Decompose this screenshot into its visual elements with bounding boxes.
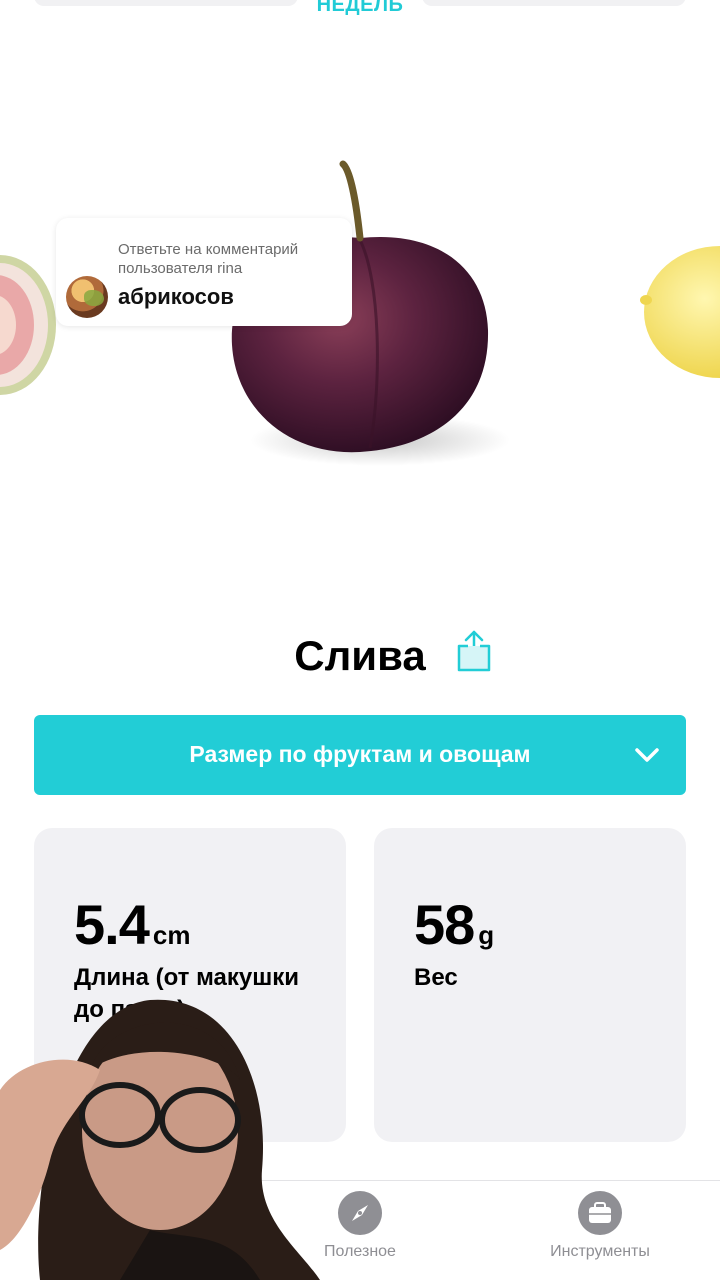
week-pill-right[interactable]: [422, 0, 686, 6]
nav-item-tools[interactable]: Инструменты: [520, 1191, 680, 1261]
weight-card: 58 g Вес: [374, 828, 686, 1142]
share-icon[interactable]: [456, 630, 492, 672]
comment-reply-hint: Ответьте на комментарий пользователя rin…: [118, 241, 299, 277]
fig-image[interactable]: [0, 250, 60, 400]
presenter-video-overlay: [0, 999, 320, 1280]
comment-reply-bubble[interactable]: Ответьте на комментарий пользователя rin…: [56, 218, 352, 326]
week-label[interactable]: НЕДЕЛЬ: [300, 0, 420, 17]
avatar: [66, 276, 108, 318]
weight-label: Вес: [414, 964, 458, 991]
nav-label-tools: Инструменты: [550, 1243, 650, 1260]
size-comparison-dropdown[interactable]: Размер по фруктам и овощам: [34, 715, 686, 795]
length-unit: cm: [152, 920, 191, 950]
size-comparison-label: Размер по фруктам и овощам: [189, 741, 531, 767]
week-pill-left[interactable]: [34, 0, 298, 6]
weight-value-row: 58 g: [414, 892, 494, 957]
length-value-row: 5.4 cm: [74, 892, 190, 957]
fruit-carousel[interactable]: [0, 120, 720, 540]
length-value: 5.4: [74, 893, 150, 956]
chevron-down-icon: [635, 748, 659, 762]
briefcase-icon: [578, 1191, 622, 1235]
weight-unit: g: [478, 920, 495, 950]
weight-value: 58: [414, 893, 475, 956]
comment-text: абрикосов: [118, 284, 234, 309]
compass-icon: [338, 1191, 382, 1235]
fruit-name: Слива: [294, 632, 426, 679]
fruit-title-row: Слива: [0, 626, 720, 686]
lemon-image[interactable]: [640, 240, 720, 390]
